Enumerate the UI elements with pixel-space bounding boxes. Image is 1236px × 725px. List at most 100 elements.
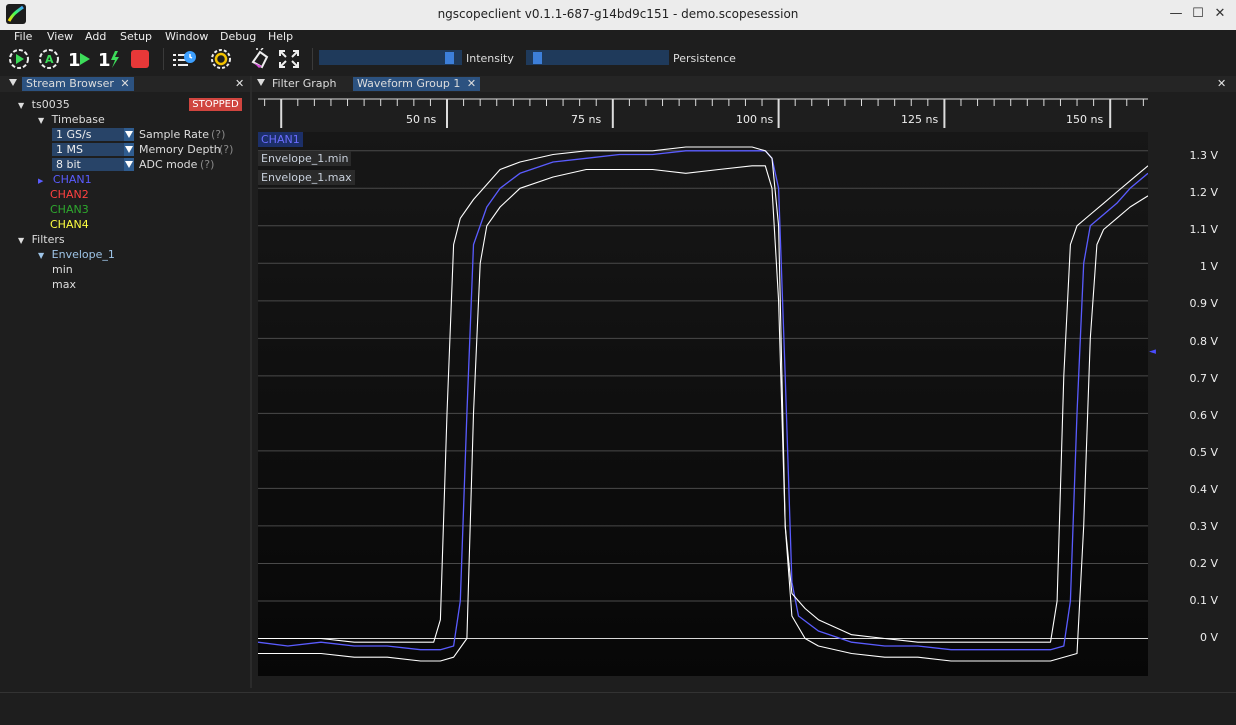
volt-tick-label: 0.2 V (1189, 557, 1218, 570)
stream-browser-panel: Stream Browser ✕ ✕ ▼ ts0035 STOPPED ▼ Ti… (0, 76, 250, 688)
volt-tick-label: 1.1 V (1189, 223, 1218, 236)
volt-tick-label: 0 V (1199, 631, 1218, 644)
trigger-level-marker[interactable]: ◄ (1149, 347, 1156, 357)
time-axis-ticks (258, 98, 1148, 128)
help-icon[interactable]: (?) (200, 157, 214, 172)
menu-add[interactable]: Add (85, 30, 106, 44)
tab-waveform-group-label: Waveform Group 1 (357, 77, 461, 90)
chevron-down-icon (125, 161, 133, 168)
waveform-tabbar: Filter Graph Waveform Group 1 ✕ ✕ (252, 76, 1236, 92)
menu-debug[interactable]: Debug (220, 30, 256, 44)
volt-tick-label: 0.4 V (1189, 483, 1218, 496)
channel-label-chan2: CHAN2 (50, 188, 89, 201)
toolbar-separator (163, 48, 164, 70)
filter-stream-max: max (52, 278, 76, 291)
sample-rate-dropdown-button[interactable] (124, 128, 134, 141)
menu-help[interactable]: Help (268, 30, 293, 44)
minimize-button[interactable]: — (1168, 6, 1184, 22)
timebase-label: Timebase (51, 113, 105, 126)
menu-window[interactable]: Window (165, 30, 208, 44)
persistence-slider-handle[interactable] (533, 52, 543, 64)
adc-mode-combo[interactable]: 8 bit (52, 158, 134, 171)
tree-row-chan2[interactable]: CHAN2 (50, 187, 89, 202)
trigger-single-icon[interactable]: 1 (68, 48, 92, 71)
color-picker-icon[interactable] (247, 47, 271, 70)
volt-tick-label: 0.7 V (1189, 372, 1218, 385)
help-icon[interactable]: (?) (219, 142, 233, 157)
adc-mode-dropdown-button[interactable] (124, 158, 134, 171)
volt-tick-label: 1.2 V (1189, 186, 1218, 199)
adc-mode-value: 8 bit (56, 158, 81, 171)
tree-row-filter-max[interactable]: max (52, 277, 76, 292)
filter-stream-min: min (52, 263, 73, 276)
fullscreen-icon[interactable] (277, 48, 301, 70)
tab-filter-graph[interactable]: Filter Graph (268, 77, 340, 91)
memory-depth-combo[interactable]: 1 MS (52, 143, 134, 156)
time-axis[interactable]: 50 ns 75 ns 100 ns 125 ns 150 ns (258, 96, 1148, 130)
menu-file[interactable]: File (14, 30, 32, 44)
overlay-envelope-min[interactable]: Envelope_1.min (258, 151, 352, 166)
setting-row-sample-rate: 1 GS/s Sample Rate (?) (52, 127, 242, 142)
sample-rate-combo[interactable]: 1 GS/s (52, 128, 134, 141)
collapse-arrow-icon[interactable] (9, 79, 17, 86)
volt-tick-label: 1 V (1199, 260, 1218, 273)
tab-stream-browser[interactable]: Stream Browser ✕ (22, 77, 134, 91)
trigger-auto-icon[interactable]: A (38, 48, 62, 70)
status-bar (0, 692, 1236, 725)
voltage-axis[interactable]: 1.3 V 1.2 V 1.1 V 1 V 0.9 V 0.8 V 0.7 V … (1149, 132, 1236, 676)
volt-tick-label: 0.9 V (1189, 297, 1218, 310)
menu-view[interactable]: View (47, 30, 73, 44)
tab-close-icon[interactable]: ✕ (120, 77, 129, 90)
time-tick-label: 150 ns (1066, 113, 1104, 126)
tree-row-chan1[interactable]: ▶ CHAN1 (38, 172, 92, 187)
tree-row-filter[interactable]: ▼ Envelope_1 (38, 247, 115, 262)
tree-row-chan4[interactable]: CHAN4 (50, 217, 89, 232)
tree-row-timebase[interactable]: ▼ Timebase (38, 112, 105, 127)
persistence-slider[interactable] (526, 50, 669, 65)
sample-rate-label: Sample Rate (139, 128, 209, 141)
volt-tick-label: 0.1 V (1189, 594, 1218, 607)
maximize-button[interactable]: ☐ (1190, 6, 1206, 22)
waveform-plot[interactable]: CHAN1 Envelope_1.min Envelope_1.max (257, 132, 1149, 676)
volt-tick-label: 1.3 V (1189, 149, 1218, 162)
history-icon[interactable] (172, 48, 196, 70)
overlay-envelope-max[interactable]: Envelope_1.max (258, 170, 355, 185)
intensity-slider[interactable] (319, 50, 462, 65)
channel-label-chan1: CHAN1 (52, 173, 92, 186)
panel-close-icon[interactable]: ✕ (1217, 77, 1226, 90)
panel-splitter[interactable] (250, 76, 252, 688)
toolbar-separator (312, 48, 313, 70)
intensity-slider-handle[interactable] (444, 52, 454, 64)
trigger-stop-icon[interactable] (129, 48, 153, 70)
tree-row-chan3[interactable]: CHAN3 (50, 202, 89, 217)
tree-row-filters[interactable]: ▼ Filters (18, 232, 65, 247)
tab-stream-browser-label: Stream Browser (26, 77, 114, 90)
setting-row-adc-mode: 8 bit ADC mode (?) (52, 157, 242, 172)
toolbar: A 1 1 Intensity Persistence (0, 44, 1236, 74)
window-title: ngscopeclient v0.1.1-687-g14bd9c151 - de… (437, 7, 799, 21)
menu-setup[interactable]: Setup (120, 30, 152, 44)
panel-close-icon[interactable]: ✕ (235, 77, 244, 90)
tree-row-filter-min[interactable]: min (52, 262, 73, 277)
volt-tick-label: 0.6 V (1189, 409, 1218, 422)
memory-depth-value: 1 MS (56, 143, 83, 156)
svg-text:A: A (45, 53, 54, 66)
tree-row-instrument[interactable]: ▼ ts0035 (18, 97, 70, 112)
preferences-icon[interactable] (209, 48, 233, 70)
trigger-force-icon[interactable]: 1 (98, 48, 122, 71)
time-tick-label: 125 ns (901, 113, 939, 126)
tab-close-icon[interactable]: ✕ (467, 77, 476, 90)
menu-bar: File View Add Setup Window Debug Help (0, 30, 1236, 44)
tab-waveform-group[interactable]: Waveform Group 1 ✕ (353, 77, 481, 91)
overlay-chan1[interactable]: CHAN1 (258, 132, 303, 147)
memory-depth-dropdown-button[interactable] (124, 143, 134, 156)
help-icon[interactable]: (?) (211, 127, 225, 142)
close-window-button[interactable]: ✕ (1212, 6, 1228, 22)
collapse-arrow-icon[interactable] (257, 79, 265, 86)
trace-envelope-1-max (258, 146, 1149, 643)
volt-tick-label: 0.5 V (1189, 446, 1218, 459)
filters-label: Filters (31, 233, 65, 246)
filter-name: Envelope_1 (51, 248, 115, 261)
memory-depth-label: Memory Depth (139, 143, 221, 156)
trigger-start-icon[interactable] (8, 48, 32, 70)
